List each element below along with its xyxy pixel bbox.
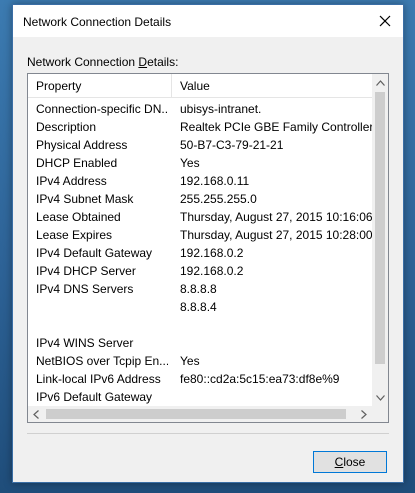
row-property <box>36 316 168 334</box>
table-row[interactable]: IPv4 Default Gateway 192.168.0.2 <box>28 244 372 262</box>
row-property: Physical Address <box>36 138 128 152</box>
table-row[interactable]: IPv4 Address 192.168.0.11 <box>28 172 372 190</box>
row-property: Lease Obtained <box>36 210 121 224</box>
vertical-scroll-thumb[interactable] <box>375 92 385 364</box>
window-title: Network Connection Details <box>23 15 172 29</box>
close-button[interactable]: Close <box>313 451 387 473</box>
table-row[interactable]: Description Realtek PCIe GBE Family Contr… <box>28 118 372 136</box>
chevron-right-icon[interactable] <box>356 406 372 422</box>
list-header: Property Value <box>28 74 372 98</box>
chevron-up-icon[interactable] <box>372 74 388 91</box>
chevron-down-icon[interactable] <box>372 389 388 406</box>
row-value: 192.168.0.11 <box>180 174 250 188</box>
row-value <box>180 334 372 352</box>
details-list-view[interactable]: Property Value Connection-specific DN...… <box>27 73 389 423</box>
row-property: DHCP Enabled <box>36 156 118 170</box>
row-property: IPv4 Default Gateway <box>36 246 153 260</box>
table-row[interactable]: IPv4 DHCP Server 192.168.0.2 <box>28 262 372 280</box>
table-row[interactable]: NetBIOS over Tcpip En... Yes <box>28 352 372 370</box>
row-value: Thursday, August 27, 2015 10:16:06 / <box>180 210 372 224</box>
horizontal-scrollbar[interactable] <box>28 406 372 422</box>
row-property <box>36 298 168 316</box>
row-value: Yes <box>180 156 200 170</box>
row-property: IPv4 DNS Servers <box>36 282 134 296</box>
title-bar: Network Connection Details <box>13 5 403 37</box>
row-value: 8.8.8.8 <box>180 282 217 296</box>
column-header-property[interactable]: Property <box>28 74 172 98</box>
table-row[interactable]: IPv6 Default Gateway <box>28 388 372 406</box>
row-value <box>180 316 372 334</box>
table-row[interactable]: IPv4 Subnet Mask 255.255.255.0 <box>28 190 372 208</box>
row-value: 8.8.8.4 <box>180 300 217 314</box>
row-property: NetBIOS over Tcpip En... <box>36 354 168 368</box>
row-value: 192.168.0.2 <box>180 246 244 260</box>
vertical-scrollbar[interactable] <box>372 74 388 406</box>
row-value: Yes <box>180 354 200 368</box>
table-row[interactable]: Link-local IPv6 Address fe80::cd2a:5c15:e… <box>28 370 372 388</box>
row-value: 50-B7-C3-79-21-21 <box>180 138 284 152</box>
row-property: Lease Expires <box>36 228 113 242</box>
row-property: IPv4 WINS Server <box>36 336 134 350</box>
row-value: 255.255.255.0 <box>180 192 257 206</box>
row-value: 192.168.0.2 <box>180 264 244 278</box>
scrollbar-corner <box>372 406 388 422</box>
table-row[interactable]: Lease Expires Thursday, August 27, 2015 1… <box>28 226 372 244</box>
table-row[interactable]: Lease Obtained Thursday, August 27, 2015 … <box>28 208 372 226</box>
table-row[interactable]: IPv4 WINS Server <box>28 334 372 352</box>
row-property: IPv4 DHCP Server <box>36 264 136 278</box>
row-value: Thursday, August 27, 2015 10:28:00 I <box>180 228 372 242</box>
row-property: Link-local IPv6 Address <box>36 372 161 386</box>
close-icon[interactable] <box>367 5 403 37</box>
row-property: IPv4 Address <box>36 174 107 188</box>
row-property: IPv4 Subnet Mask <box>36 192 134 206</box>
row-property: Connection-specific DN... <box>36 102 168 116</box>
network-connection-details-dialog: Network Connection Details Network Conne… <box>12 4 404 483</box>
section-label: Network Connection Details: <box>27 55 179 69</box>
chevron-left-icon[interactable] <box>28 406 44 422</box>
list-rows: Connection-specific DN... ubisys-intranet… <box>28 100 372 406</box>
row-value <box>180 388 372 406</box>
table-row[interactable]: DHCP Enabled Yes <box>28 154 372 172</box>
row-value: fe80::cd2a:5c15:ea73:df8e%9 <box>180 372 340 386</box>
row-property: IPv6 Default Gateway <box>36 390 153 404</box>
table-row[interactable]: Physical Address 50-B7-C3-79-21-21 <box>28 136 372 154</box>
divider <box>27 433 389 434</box>
column-header-value[interactable]: Value <box>172 74 372 98</box>
horizontal-scroll-thumb[interactable] <box>46 409 346 419</box>
table-row[interactable]: 8.8.8.4 <box>28 298 372 316</box>
row-value: ubisys-intranet. <box>180 102 262 116</box>
row-property: Description <box>36 120 97 134</box>
table-row[interactable]: Connection-specific DN... ubisys-intranet… <box>28 100 372 118</box>
row-value: Realtek PCIe GBE Family Controller <box>180 120 372 134</box>
table-row[interactable] <box>28 316 372 334</box>
table-row[interactable]: IPv4 DNS Servers 8.8.8.8 <box>28 280 372 298</box>
